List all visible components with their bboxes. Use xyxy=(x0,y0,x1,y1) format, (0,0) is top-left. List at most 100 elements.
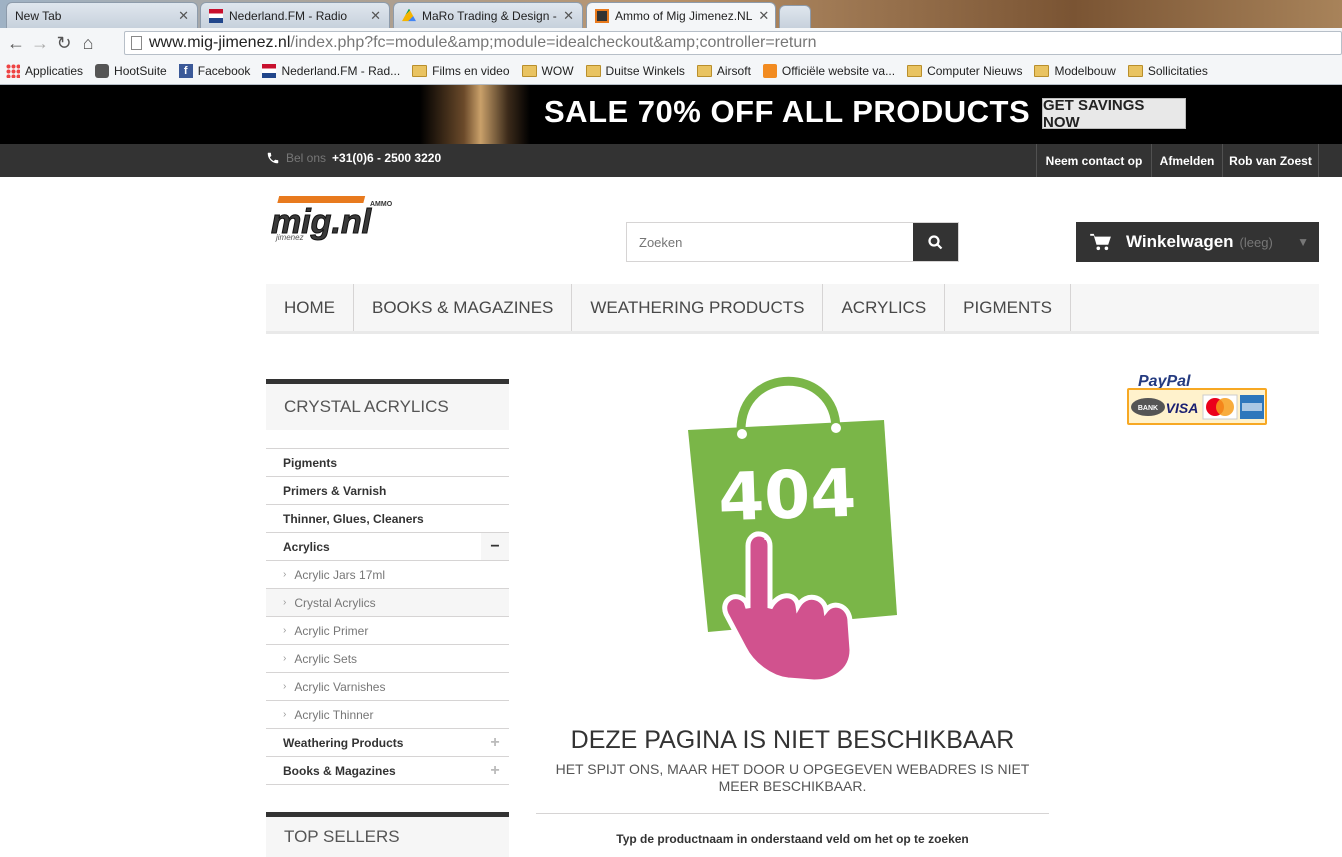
subcategory-acrylic-primer[interactable]: › Acrylic Primer xyxy=(266,617,509,645)
bookmark-facebook[interactable]: f Facebook xyxy=(178,64,250,78)
account-link[interactable]: Rob van Zoest xyxy=(1222,144,1319,177)
close-icon[interactable]: ✕ xyxy=(178,8,189,24)
category-primers-varnish[interactable]: Primers & Varnish xyxy=(266,477,509,505)
get-savings-button[interactable]: GET SAVINGS NOW xyxy=(1042,97,1186,131)
paypal-logo-text: PayPal xyxy=(1138,373,1191,390)
tab-title: Nederland.FM - Radio xyxy=(229,8,348,23)
bookmark-label: Modelbouw xyxy=(1054,64,1116,78)
category-label: Thinner, Glues, Cleaners xyxy=(283,511,424,526)
bookmark-label: Applicaties xyxy=(25,64,84,78)
expand-plus-icon[interactable]: + xyxy=(481,757,509,784)
bookmark-label: WOW xyxy=(541,64,574,78)
folder-icon xyxy=(1127,65,1143,77)
main-menu: HOME BOOKS & MAGAZINES WEATHERING PRODUC… xyxy=(266,284,1319,334)
tab-nederland-fm[interactable]: Nederland.FM - Radio ✕ xyxy=(200,2,390,28)
expand-plus-icon[interactable]: + xyxy=(481,729,509,756)
logo-sub-text: jimenez xyxy=(275,233,304,242)
menu-acrylics[interactable]: ACRYLICS xyxy=(823,284,946,331)
mastercard-icon xyxy=(1202,394,1238,420)
category-label: Books & Magazines xyxy=(283,763,396,778)
tab-ammo-mig[interactable]: Ammo of Mig Jimenez.NL ✕ xyxy=(586,2,776,28)
nederland-fm-icon xyxy=(209,8,223,23)
home-icon[interactable]: ⌂ xyxy=(76,31,100,55)
nederland-fm-icon xyxy=(262,64,277,78)
close-icon[interactable]: ✕ xyxy=(370,8,381,24)
new-tab-button[interactable] xyxy=(779,5,811,28)
subcategory-acrylic-varnishes[interactable]: › Acrylic Varnishes xyxy=(266,673,509,701)
tab-maro-trading[interactable]: MaRo Trading & Design - ✕ xyxy=(393,2,583,28)
bookmark-hootsuite[interactable]: HootSuite xyxy=(95,64,167,78)
banner-model-image xyxy=(420,85,530,144)
chevron-right-icon: › xyxy=(283,625,287,636)
collapse-minus-icon[interactable]: − xyxy=(481,533,509,560)
search-input[interactable] xyxy=(627,223,913,261)
contact-link[interactable]: Neem contact op xyxy=(1036,144,1151,177)
search-button[interactable] xyxy=(913,223,958,261)
category-thinner-glues[interactable]: Thinner, Glues, Cleaners xyxy=(266,505,509,533)
logo-small-text: AMMO xyxy=(370,201,393,208)
bookmark-computer-nieuws[interactable]: Computer Nieuws xyxy=(907,64,1022,78)
chevron-right-icon: › xyxy=(283,709,287,720)
address-bar[interactable]: www.mig-jimenez.nl/index.php?fc=module&a… xyxy=(124,31,1342,55)
subcategory-crystal-acrylics[interactable]: › Crystal Acrylics xyxy=(266,589,509,617)
folder-icon xyxy=(585,65,601,77)
menu-pigments[interactable]: PIGMENTS xyxy=(945,284,1071,331)
tab-new-tab[interactable]: New Tab ✕ xyxy=(6,2,198,28)
tab-title: New Tab xyxy=(15,8,62,23)
forward-arrow-icon[interactable]: → xyxy=(28,31,52,55)
bookmark-sollicitaties[interactable]: Sollicitaties xyxy=(1127,64,1208,78)
category-label: Crystal Acrylics xyxy=(294,595,376,610)
chevron-down-icon: ▼ xyxy=(1297,235,1309,249)
close-icon[interactable]: ✕ xyxy=(563,8,574,24)
logout-link[interactable]: Afmelden xyxy=(1151,144,1222,177)
bookmark-duitse-winkels[interactable]: Duitse Winkels xyxy=(585,64,685,78)
bookmark-label: HootSuite xyxy=(114,64,167,78)
sidebar-title: CRYSTAL ACRYLICS xyxy=(266,379,509,430)
visa-card-label: VISA xyxy=(1166,400,1199,416)
phone-label: Bel ons xyxy=(286,151,327,165)
category-acrylics[interactable]: Acrylics − xyxy=(266,533,509,561)
category-weathering-products[interactable]: Weathering Products + xyxy=(266,729,509,757)
bookmark-officiele-website[interactable]: Officiële website va... xyxy=(762,64,895,78)
bookmark-applicaties[interactable]: Applicaties xyxy=(6,64,83,78)
paypal-badge: PayPal BANK VISA xyxy=(1126,371,1268,426)
bookmark-label: Films en video xyxy=(432,64,510,78)
facebook-icon: f xyxy=(178,64,193,78)
amex-icon xyxy=(1240,395,1264,419)
bank-card-label: BANK xyxy=(1138,405,1158,412)
close-icon[interactable]: ✕ xyxy=(758,8,769,24)
folder-icon xyxy=(1034,65,1050,77)
bookmark-label: Nederland.FM - Rad... xyxy=(281,64,401,78)
divider xyxy=(536,813,1049,814)
site-logo[interactable]: AMMO mig.nl jimenez xyxy=(266,193,416,243)
category-books-magazines[interactable]: Books & Magazines + xyxy=(266,757,509,785)
chevron-right-icon: › xyxy=(283,681,287,692)
menu-home[interactable]: HOME xyxy=(266,284,354,331)
menu-weathering-products[interactable]: WEATHERING PRODUCTS xyxy=(572,284,824,331)
bookmark-films-en-video[interactable]: Films en video xyxy=(412,64,510,78)
bookmark-label: Duitse Winkels xyxy=(605,64,685,78)
back-arrow-icon[interactable]: ← xyxy=(4,31,28,55)
search-form xyxy=(626,222,959,262)
folder-icon xyxy=(412,65,428,77)
chevron-right-icon: › xyxy=(283,653,287,664)
cart-label: Winkelwagen xyxy=(1126,232,1234,251)
top-sellers-title: TOP SELLERS xyxy=(266,812,509,857)
subcategory-acrylic-jars[interactable]: › Acrylic Jars 17ml xyxy=(266,561,509,589)
menu-books-magazines[interactable]: BOOKS & MAGAZINES xyxy=(354,284,573,331)
bookmark-label: Sollicitaties xyxy=(1147,64,1208,78)
error-title: DEZE PAGINA IS NIET BESCHIKBAAR xyxy=(570,726,1015,754)
reload-icon[interactable]: ↻ xyxy=(52,31,76,55)
subcategory-acrylic-sets[interactable]: › Acrylic Sets xyxy=(266,645,509,673)
bookmark-modelbouw[interactable]: Modelbouw xyxy=(1034,64,1116,78)
category-pigments[interactable]: Pigments xyxy=(266,449,509,477)
cart-button[interactable]: Winkelwagen (leeg) ▼ xyxy=(1076,222,1319,262)
error-code: 404 xyxy=(717,455,857,537)
cart-icon xyxy=(1090,233,1111,251)
chevron-right-icon: › xyxy=(283,569,287,580)
bookmark-wow[interactable]: WOW xyxy=(521,64,574,78)
subcategory-acrylic-thinner[interactable]: › Acrylic Thinner xyxy=(266,701,509,729)
phone-icon xyxy=(267,152,279,164)
bookmark-nederland-fm[interactable]: Nederland.FM - Rad... xyxy=(262,64,400,78)
bookmark-airsoft[interactable]: Airsoft xyxy=(696,64,751,78)
